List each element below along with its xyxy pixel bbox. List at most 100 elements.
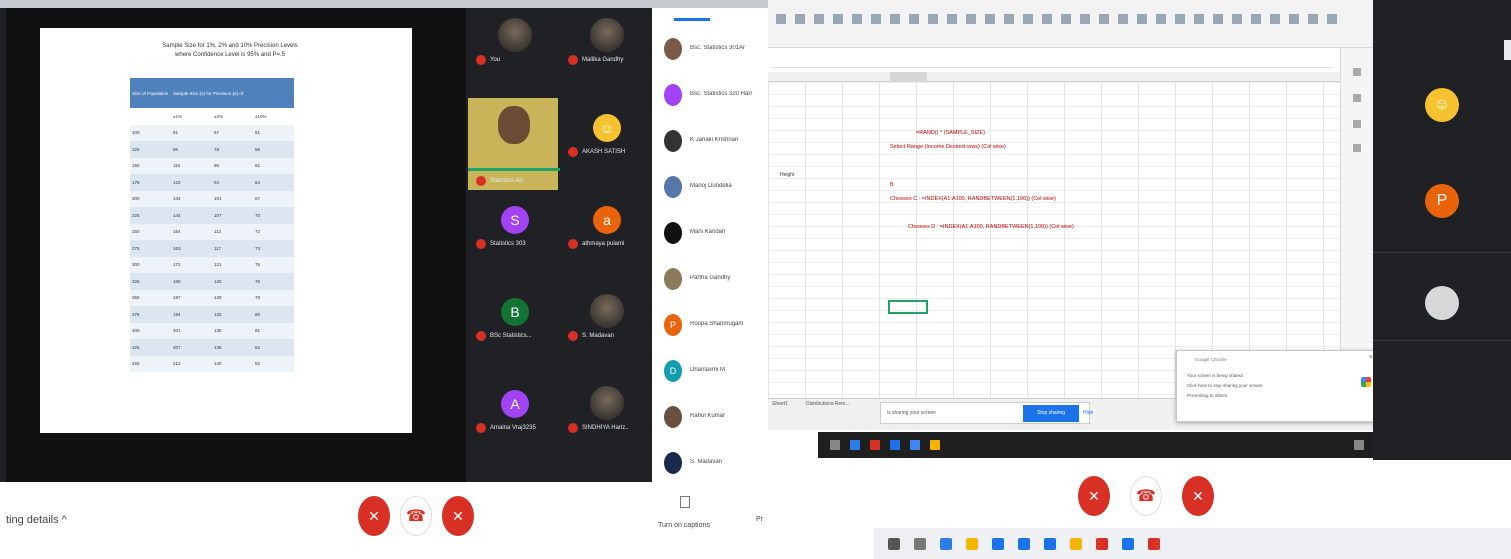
sheet-tab[interactable]: Sheet1 (772, 401, 788, 407)
participant-tile[interactable]: S Statistics 303 (468, 198, 558, 258)
ribbon-tool-icon[interactable] (1327, 14, 1337, 24)
participant-tile[interactable]: You (468, 14, 558, 74)
mail-icon[interactable] (1018, 538, 1030, 550)
spreadsheet-grid[interactable]: =RAND() * (SAMPLE_SIZE) Select Range (In… (768, 48, 1340, 398)
ribbon-tool-icon[interactable] (1175, 14, 1185, 24)
chrome-icon[interactable] (930, 440, 940, 450)
participant-tile[interactable]: B BSc Statistics... (468, 290, 558, 350)
ribbon-tool-icon[interactable] (1213, 14, 1223, 24)
formula-bar[interactable] (772, 58, 1332, 68)
ribbon-tool-icon[interactable] (871, 14, 881, 24)
ribbon-tool-icon[interactable] (1137, 14, 1147, 24)
folder-icon[interactable] (890, 440, 900, 450)
hide-share-bar-button[interactable]: Hide (1083, 405, 1097, 422)
participant-tile[interactable]: Statistics Ad (468, 98, 558, 190)
ribbon-tool-icon[interactable] (985, 14, 995, 24)
selected-cell[interactable] (888, 300, 928, 314)
mic-off-button[interactable]: ✕ (358, 496, 390, 536)
side-tool-icon[interactable] (1353, 120, 1361, 128)
participant-list-item[interactable]: Bsc. Statistics 320 Harr (664, 84, 768, 106)
side-tool-icon[interactable] (1353, 68, 1361, 76)
chrome-icon[interactable] (1070, 538, 1082, 550)
ribbon-tool-icon[interactable] (890, 14, 900, 24)
table-cell: 80 (253, 306, 294, 323)
participant-tile[interactable]: ☺ AKASH SATISH (560, 106, 650, 166)
ribbon-tool-icon[interactable] (1042, 14, 1052, 24)
participant-tile[interactable]: A Amaina Vraj3235 (468, 382, 558, 442)
ribbon-tool-icon[interactable] (909, 14, 919, 24)
close-icon[interactable]: × (1369, 355, 1373, 361)
ribbon-tool-icon[interactable] (1289, 14, 1299, 24)
ribbon-tool-icon[interactable] (1194, 14, 1204, 24)
app-icon[interactable] (1122, 538, 1134, 550)
side-tool-icon[interactable] (1353, 94, 1361, 102)
store-icon[interactable] (992, 538, 1004, 550)
opera-icon[interactable] (870, 440, 880, 450)
ribbon-tool-icon[interactable] (795, 14, 805, 24)
participant-list-item[interactable]: S. Madavan (664, 452, 768, 474)
mic-muted-icon (476, 331, 486, 341)
edge-browser-icon[interactable] (850, 440, 860, 450)
pdf-icon[interactable] (1096, 538, 1108, 550)
mic-off-icon: ✕ (1088, 488, 1100, 504)
edge-browser-icon[interactable] (940, 538, 952, 550)
ribbon-tool-icon[interactable] (814, 14, 824, 24)
search-icon[interactable] (888, 538, 900, 550)
participant-list-item[interactable]: K Janaki Krishnan (664, 130, 768, 152)
side-tool-icon[interactable] (1353, 144, 1361, 152)
camera-off-button[interactable]: ✕ (442, 496, 474, 536)
participant-list-item[interactable]: Manoj Dundelia (664, 176, 768, 198)
avatar[interactable]: P (1425, 184, 1459, 218)
avatar: B (501, 298, 529, 326)
captions-icon[interactable] (680, 496, 690, 508)
participant-list-item[interactable]: D Dhanlaxmi M (664, 360, 768, 382)
ribbon-tool-icon[interactable] (833, 14, 843, 24)
avatar[interactable] (1425, 286, 1459, 320)
folder-icon[interactable] (966, 538, 978, 550)
chrome-notification[interactable]: Google Chrome × Your screen is being sha… (1176, 350, 1384, 422)
participant-list-item[interactable]: Partha Gandhy (664, 268, 768, 290)
ribbon-tool-icon[interactable] (1156, 14, 1166, 24)
participant-tile[interactable]: SINDHIYA Hariz.. (560, 382, 650, 442)
ribbon-tool-icon[interactable] (1080, 14, 1090, 24)
participant-list-item[interactable]: Bsc. Statistics 301Ar (664, 38, 768, 60)
search-icon[interactable] (830, 440, 840, 450)
ribbon-tool-icon[interactable] (1232, 14, 1242, 24)
mic-muted-icon (568, 55, 578, 65)
table-cell: 121 (212, 256, 253, 273)
powerpoint-icon[interactable] (1148, 538, 1160, 550)
meeting-details-button[interactable]: ting details ^ (6, 514, 67, 526)
ribbon-tool-icon[interactable] (928, 14, 938, 24)
ribbon-tool-icon[interactable] (852, 14, 862, 24)
ribbon-tool-icon[interactable] (1270, 14, 1280, 24)
participant-tile[interactable]: Mallika Gandhy (560, 14, 650, 74)
window-edge (1504, 40, 1511, 60)
leave-call-button[interactable]: ☎ (400, 496, 432, 536)
app-icon[interactable] (910, 440, 920, 450)
participant-tile[interactable]: a athmaya pulami (560, 198, 650, 258)
table-cell: 101 (212, 190, 253, 207)
ribbon-tool-icon[interactable] (1004, 14, 1014, 24)
stop-sharing-button[interactable]: Stop sharing (1023, 405, 1079, 422)
ribbon-tool-icon[interactable] (1118, 14, 1128, 24)
ribbon-tool-icon[interactable] (1308, 14, 1318, 24)
ribbon-tool-icon[interactable] (1251, 14, 1261, 24)
mic-off-button[interactable]: ✕ (1078, 476, 1110, 516)
notifications-icon[interactable] (1354, 440, 1364, 450)
ribbon-tool-icon[interactable] (1099, 14, 1109, 24)
sheet-tab[interactable]: Distributions Rem... (806, 401, 850, 407)
participant-list-item[interactable]: P Roopa Shanmugam (664, 314, 768, 336)
ribbon-tool-icon[interactable] (1023, 14, 1033, 24)
task-view-icon[interactable] (914, 538, 926, 550)
avatar[interactable]: ☺ (1425, 88, 1459, 122)
ribbon-tool-icon[interactable] (776, 14, 786, 24)
ribbon-tool-icon[interactable] (1061, 14, 1071, 24)
participant-list-item[interactable]: Mani Kandan (664, 222, 768, 244)
participant-tile[interactable]: S. Madavan (560, 290, 650, 350)
participant-list-item[interactable]: Rahul Kumar (664, 406, 768, 428)
ribbon-tool-icon[interactable] (966, 14, 976, 24)
camera-off-button[interactable]: ✕ (1182, 476, 1214, 516)
word-icon[interactable] (1044, 538, 1056, 550)
leave-call-button[interactable]: ☎ (1130, 476, 1162, 516)
ribbon-tool-icon[interactable] (947, 14, 957, 24)
